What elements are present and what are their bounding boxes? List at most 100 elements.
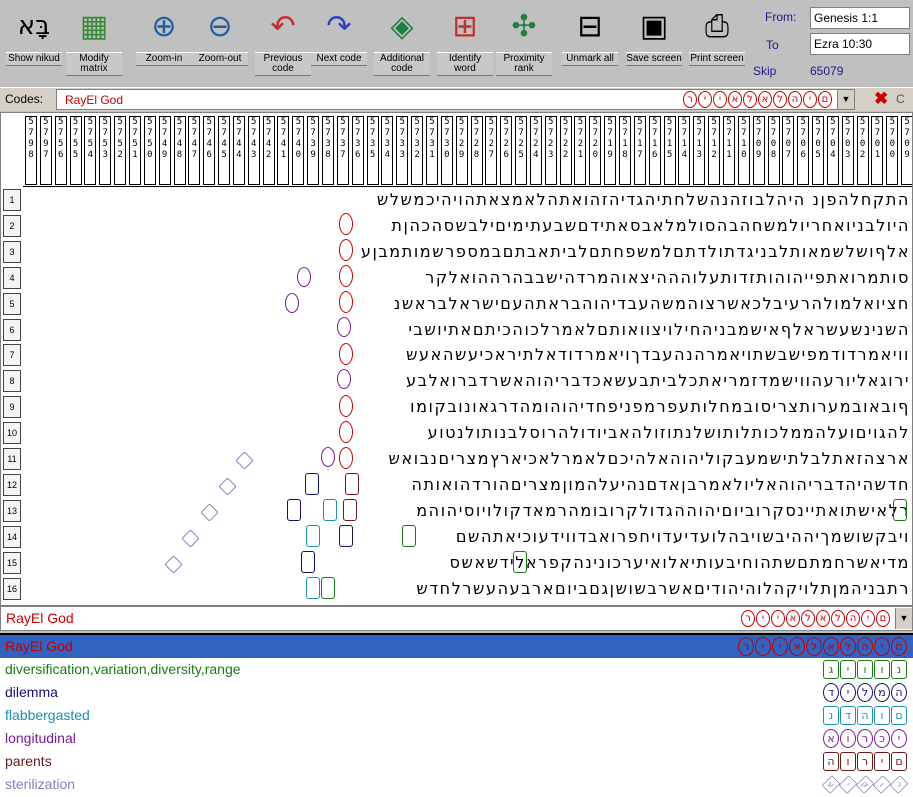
row-number[interactable]: 15 bbox=[3, 551, 21, 574]
row-number[interactable]: 6 bbox=[3, 318, 21, 341]
column-header[interactable]: 5728 bbox=[470, 116, 483, 185]
column-header[interactable]: 5708 bbox=[767, 116, 780, 185]
column-header[interactable]: 5727 bbox=[485, 116, 498, 185]
to-input[interactable]: Ezra 10:30 bbox=[810, 33, 910, 55]
row-number[interactable]: 11 bbox=[3, 448, 21, 470]
code-list-item[interactable]: dilemma ד י ל מ ה bbox=[0, 681, 913, 704]
column-header[interactable]: 5715 bbox=[663, 116, 676, 185]
column-header[interactable]: 5753 bbox=[99, 116, 112, 185]
column-header[interactable]: 5749 bbox=[158, 116, 171, 185]
column-header[interactable]: 5713 bbox=[693, 116, 706, 185]
show-nikud-button[interactable]: בָּא Show nikud bbox=[6, 2, 62, 84]
column-header[interactable]: 5755 bbox=[69, 116, 82, 185]
matrix-row[interactable]: מדיאשרחמתםשתהוחיבעותיאלואיערכונינהקפראלי… bbox=[25, 550, 910, 575]
column-header[interactable]: 5754 bbox=[84, 116, 97, 185]
matrix-row[interactable]: חציואלמולהרעיבלכאשרצוהמשהעבדיהוהבראתהעםי… bbox=[25, 291, 910, 316]
code-list-item[interactable]: parents ה ו ר י ם bbox=[0, 750, 913, 773]
column-header[interactable]: 5742 bbox=[262, 116, 275, 185]
column-header[interactable]: 5745 bbox=[218, 116, 231, 185]
matrix-row[interactable]: וויאמרדודמפישבשתויאמרהנהעבדךויאמרדודאלתי… bbox=[25, 342, 910, 367]
code-list-item[interactable]: flabbergasted נ ד ה ו ם bbox=[0, 704, 913, 727]
column-header[interactable]: 5710 bbox=[737, 116, 750, 185]
close-icon[interactable]: ✖ bbox=[874, 89, 888, 109]
column-header[interactable]: 5720 bbox=[589, 116, 602, 185]
column-header[interactable]: 5732 bbox=[411, 116, 424, 185]
column-header[interactable]: 5709 bbox=[752, 116, 765, 185]
column-header[interactable]: 5752 bbox=[114, 116, 127, 185]
column-header[interactable]: 5724 bbox=[529, 116, 542, 185]
row-number[interactable]: 2 bbox=[3, 214, 21, 237]
column-header[interactable]: 5730 bbox=[440, 116, 453, 185]
column-header[interactable]: 5751 bbox=[128, 116, 141, 185]
matrix-row[interactable]: חדשהיהדבריהוהאליולאמרבןאדםנהיעלהמוןמצרים… bbox=[25, 472, 910, 497]
matrix-row[interactable]: רלאישתואתיינסקרוביוםיהוההגדולקרובומהרמאד… bbox=[25, 498, 910, 523]
row-number[interactable]: 1 bbox=[3, 189, 21, 211]
code-list-item[interactable]: longitudinal א ו ר כ י bbox=[0, 727, 913, 750]
column-header[interactable]: 5797 bbox=[39, 116, 52, 185]
column-header[interactable]: 5714 bbox=[678, 116, 691, 185]
from-input[interactable]: Genesis 1:1 bbox=[810, 7, 910, 29]
column-header[interactable]: 5756 bbox=[54, 116, 67, 185]
column-header[interactable]: 5737 bbox=[336, 116, 349, 185]
matrix-row[interactable]: להגויםועלהממלכותלותושלנתוזולהאביודולהרוס… bbox=[25, 420, 910, 445]
column-header[interactable]: 5729 bbox=[455, 116, 468, 185]
column-header[interactable]: 5700 bbox=[886, 116, 899, 185]
column-header[interactable]: 5726 bbox=[500, 116, 513, 185]
column-header[interactable]: 5735 bbox=[366, 116, 379, 185]
row-number[interactable]: 16 bbox=[3, 577, 21, 600]
matrix-row[interactable]: ירוגאליורעהווישמדזמריאתכלביתבעשאכדבריהוה… bbox=[25, 368, 910, 393]
row-number[interactable]: 12 bbox=[3, 473, 21, 496]
column-header[interactable]: 5723 bbox=[544, 116, 557, 185]
modify-matrix-button[interactable]: ▦ Modify matrix bbox=[66, 2, 122, 84]
column-header[interactable]: 5709 bbox=[901, 116, 912, 185]
zoom-out-button[interactable]: ⊖ Zoom-out bbox=[192, 2, 248, 84]
row-number[interactable]: 13 bbox=[3, 499, 21, 522]
row-number[interactable]: 10 bbox=[3, 422, 21, 445]
row-number[interactable]: 3 bbox=[3, 240, 21, 263]
column-header[interactable]: 5704 bbox=[826, 116, 839, 185]
matrix-row[interactable]: סותמרואתפייהוהותזדותעלוהההיצאוהמרדהישבבה… bbox=[25, 265, 910, 290]
row-number[interactable]: 14 bbox=[3, 525, 21, 548]
matrix-row[interactable]: רתבניהמןתלויקהלוהיהודיםאשרבשושןגםביוםארב… bbox=[25, 576, 910, 601]
column-header[interactable]: 5711 bbox=[722, 116, 735, 185]
column-header[interactable]: 5733 bbox=[396, 116, 409, 185]
code-list-item[interactable]: diversification,variation,diversity,rang… bbox=[0, 658, 913, 681]
row-number[interactable]: 9 bbox=[3, 396, 21, 419]
column-header[interactable]: 5747 bbox=[188, 116, 201, 185]
column-header[interactable]: 5744 bbox=[232, 116, 245, 185]
save-screen-button[interactable]: ▣ Save screen bbox=[626, 2, 682, 84]
zoom-in-button[interactable]: ⊕ Zoom-in bbox=[136, 2, 192, 84]
column-header[interactable]: 5719 bbox=[604, 116, 617, 185]
matrix-row[interactable]: ףובאובמערותצריסובמחלותעפרמפניפחדיהוהומהד… bbox=[25, 394, 910, 419]
matrix-row[interactable]: התקחלהפןנ היהלבוזהנהשלחתיהגדיהזהואתהלאמצ… bbox=[25, 187, 910, 212]
column-header[interactable]: 5702 bbox=[856, 116, 869, 185]
column-header[interactable]: 5716 bbox=[648, 116, 661, 185]
column-header[interactable]: 5738 bbox=[322, 116, 334, 185]
column-header[interactable]: 5722 bbox=[559, 116, 572, 185]
column-header[interactable]: 5736 bbox=[351, 116, 364, 185]
column-header[interactable]: 5717 bbox=[633, 116, 646, 185]
column-header[interactable]: 5734 bbox=[381, 116, 394, 185]
column-header[interactable]: 5712 bbox=[708, 116, 721, 185]
column-header[interactable]: 5739 bbox=[307, 116, 320, 185]
additional-code-button[interactable]: ◈ Additional code bbox=[374, 2, 430, 84]
column-header[interactable]: 5703 bbox=[841, 116, 854, 185]
column-header[interactable]: 5731 bbox=[425, 116, 438, 185]
previous-code-button[interactable]: ↶ Previous code bbox=[255, 2, 311, 84]
row-number[interactable]: 8 bbox=[3, 370, 21, 393]
column-header[interactable]: 5740 bbox=[292, 116, 305, 185]
proximity-rank-button[interactable]: ✣ Proximity rank bbox=[496, 2, 552, 84]
row-number[interactable]: 5 bbox=[3, 292, 21, 315]
matrix-row[interactable]: אלףושלשמאותלבניגדתולדתםלמשפחתםלביתאבתםבמ… bbox=[25, 239, 910, 264]
column-header[interactable]: 5748 bbox=[173, 116, 186, 185]
row-number[interactable]: 7 bbox=[3, 344, 21, 367]
column-header[interactable]: 5706 bbox=[797, 116, 810, 185]
matrix-row[interactable]: ארצהזאתלבלתישמעבקוליהוהאלהיכםלאמרלאכיארץ… bbox=[25, 446, 910, 471]
column-header[interactable]: 5746 bbox=[203, 116, 216, 185]
column-header[interactable]: 5750 bbox=[143, 116, 156, 185]
matrix-row[interactable]: היולבניואחריולמשחהבהסולמלאבסאתידםשבעתימי… bbox=[25, 213, 910, 238]
next-code-button[interactable]: ↷ Next code bbox=[311, 2, 367, 84]
codes-select[interactable]: RayEl God רייאלאלהים ▼ bbox=[56, 89, 855, 110]
column-header[interactable]: 5725 bbox=[515, 116, 528, 185]
column-header[interactable]: 5701 bbox=[871, 116, 884, 185]
